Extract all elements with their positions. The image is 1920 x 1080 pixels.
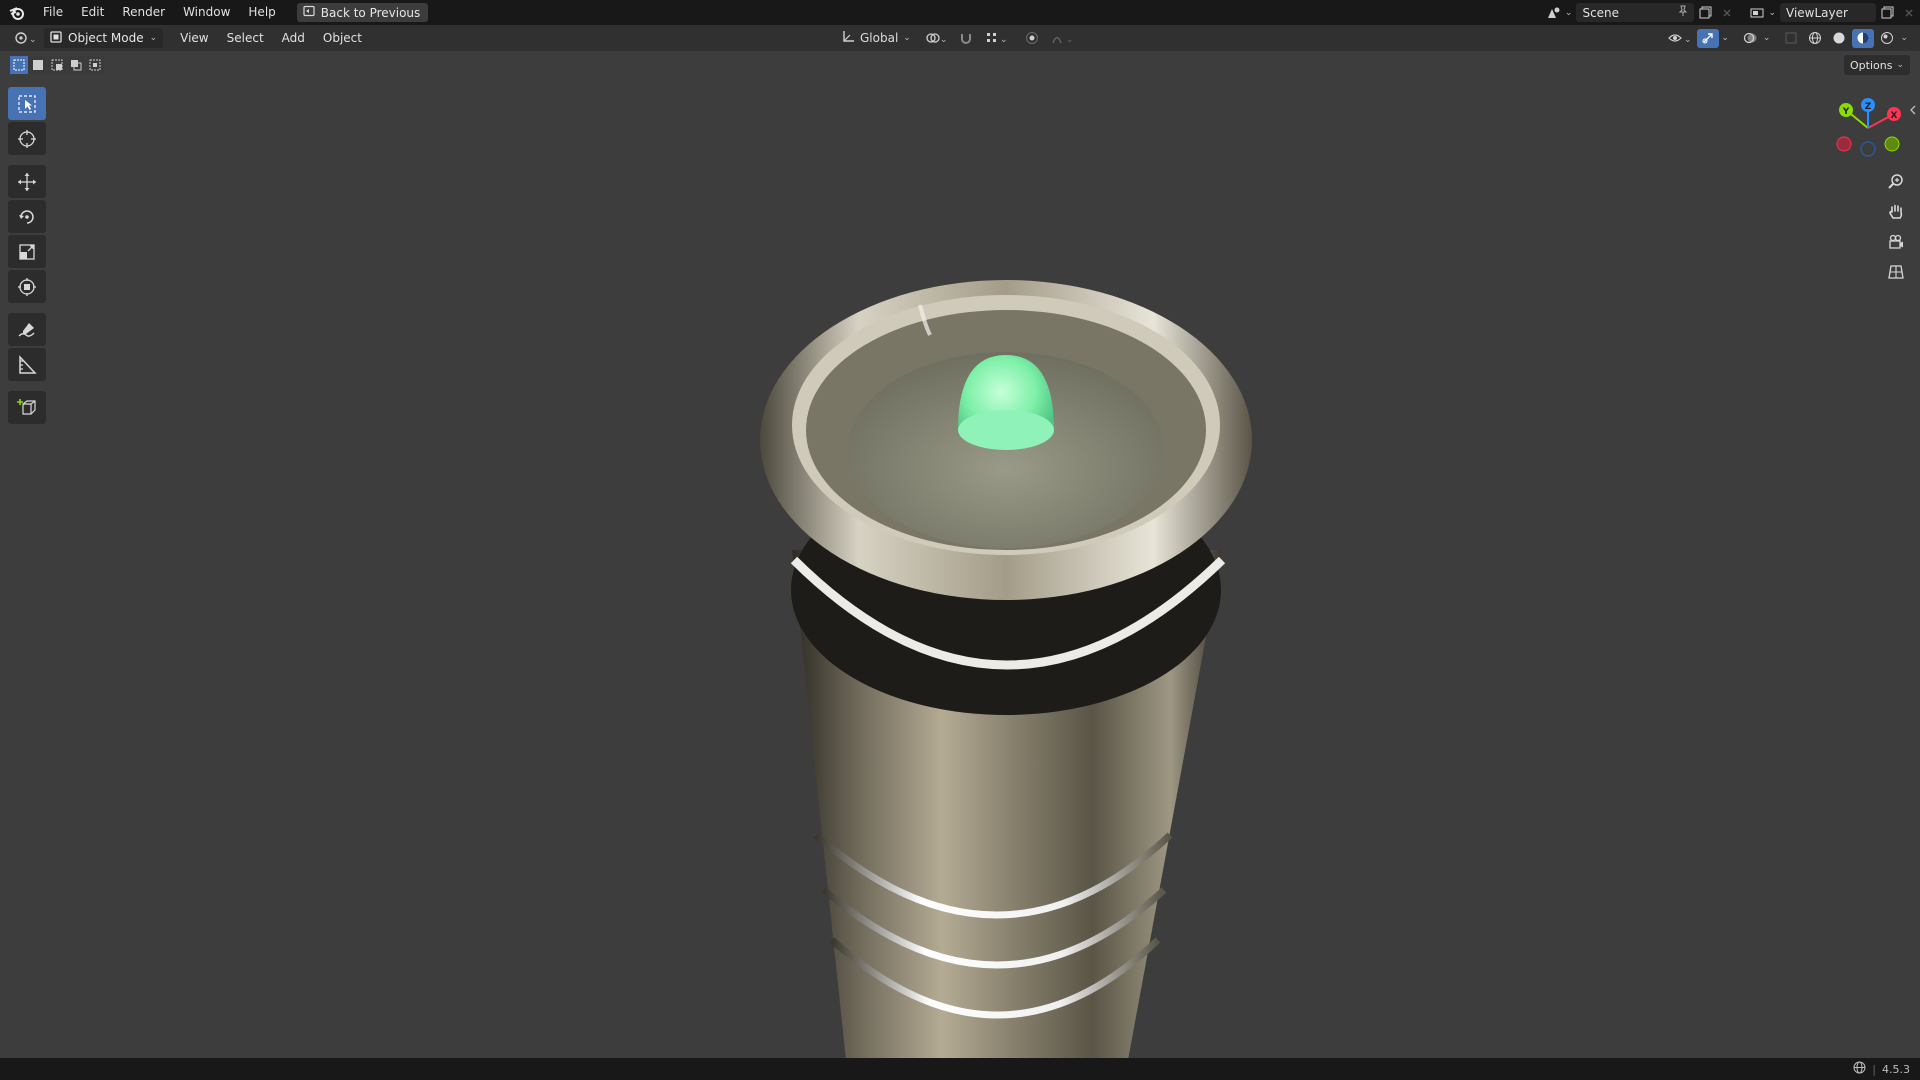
- gizmo-x-label: X: [1891, 111, 1898, 121]
- view-layer-field[interactable]: ViewLayer: [1780, 3, 1876, 22]
- menu-add[interactable]: Add: [273, 25, 314, 51]
- blender-logo-icon[interactable]: [0, 0, 34, 25]
- menu-help[interactable]: Help: [239, 0, 284, 25]
- viewport-shading-controls: ⌄ ⌄ ⌄ ⌄: [1665, 25, 1908, 51]
- scene-browse-icon[interactable]: [1543, 3, 1565, 22]
- editor-type-icon[interactable]: ⌄: [10, 29, 40, 48]
- transform-tool-icon[interactable]: [8, 270, 46, 303]
- cursor-tool-icon[interactable]: [8, 122, 46, 155]
- view-layer-name: ViewLayer: [1786, 5, 1848, 20]
- chevron-down-icon: ⌄: [149, 33, 158, 43]
- snap-target-icon[interactable]: ⌄: [981, 29, 1011, 48]
- visibility-icon[interactable]: ⌄: [1665, 29, 1695, 48]
- select-difference-icon[interactable]: [67, 56, 85, 74]
- menu-file[interactable]: File: [34, 0, 72, 25]
- navigation-gizmo[interactable]: X Y Z: [1832, 92, 1904, 164]
- orientation-label: Global: [860, 31, 899, 45]
- object-mode-icon: [50, 30, 62, 46]
- globe-icon: [1853, 1061, 1866, 1077]
- proportional-editing-icon[interactable]: [1021, 29, 1043, 48]
- material-preview-shading-icon[interactable]: [1852, 28, 1875, 48]
- delete-scene-icon[interactable]: [1716, 3, 1738, 22]
- object-mode-label: Object Mode: [68, 31, 144, 45]
- back-to-previous-button[interactable]: Back to Previous: [296, 3, 429, 22]
- menu-render[interactable]: Render: [113, 0, 174, 25]
- select-subtract-icon[interactable]: [48, 56, 66, 74]
- xray-toggle-icon[interactable]: [1780, 29, 1802, 48]
- version-separator: |: [1872, 1062, 1876, 1076]
- chevron-down-icon: ⌄: [903, 33, 911, 43]
- gizmo-chevron-icon[interactable]: ⌄: [1721, 33, 1729, 43]
- gizmo-z-label: Z: [1865, 102, 1872, 112]
- camera-view-icon[interactable]: [1883, 230, 1909, 254]
- scene-chevron-icon[interactable]: ⌄: [1565, 8, 1573, 18]
- scale-tool-icon[interactable]: [8, 235, 46, 268]
- top-bar: File Edit Render Window Help Back to Pre…: [0, 0, 1920, 25]
- select-intersect-icon[interactable]: [86, 56, 104, 74]
- sidebar-toggle-icon[interactable]: [1909, 104, 1917, 118]
- object-mode-select[interactable]: Object Mode ⌄: [44, 28, 164, 48]
- pin-icon[interactable]: [1678, 5, 1688, 20]
- menu-object[interactable]: Object: [314, 25, 371, 51]
- overlays-icon[interactable]: [1739, 29, 1761, 48]
- back-to-previous-label: Back to Previous: [320, 5, 421, 20]
- chevron-down-icon: ⌄: [1896, 60, 1904, 70]
- menu-view[interactable]: View: [171, 25, 217, 51]
- add-cube-tool-icon[interactable]: [8, 391, 46, 424]
- menu-edit[interactable]: Edit: [72, 0, 113, 25]
- svg-text:⌄: ⌄: [1684, 35, 1692, 45]
- perspective-toggle-icon[interactable]: [1883, 260, 1909, 284]
- delete-view-layer-icon[interactable]: [1898, 3, 1920, 22]
- overlays-chevron-icon[interactable]: ⌄: [1763, 33, 1771, 43]
- snap-toggle-icon[interactable]: [955, 29, 977, 48]
- rotate-tool-icon[interactable]: [8, 200, 46, 233]
- gizmo-toggle-icon[interactable]: [1697, 28, 1720, 48]
- topbar-right: ⌄ Scene ⌄ ViewLayer: [1543, 0, 1920, 25]
- scene-name-field[interactable]: Scene: [1576, 3, 1695, 22]
- transform-settings: Global ⌄ ⌄ ⌄ ⌄: [836, 25, 1077, 51]
- battery-3d-model[interactable]: [740, 250, 1260, 1060]
- menu-window[interactable]: Window: [174, 0, 239, 25]
- selection-mode-buttons: [10, 56, 104, 74]
- transform-orientation-select[interactable]: Global ⌄: [836, 28, 917, 48]
- svg-text:⌄: ⌄: [29, 35, 36, 45]
- shading-chevron-icon[interactable]: ⌄: [1900, 33, 1908, 43]
- annotate-tool-icon[interactable]: [8, 313, 46, 346]
- version-info: | 4.5.3: [1853, 1058, 1910, 1080]
- solid-shading-icon[interactable]: [1828, 29, 1850, 48]
- svg-text:⌄: ⌄: [1000, 35, 1007, 45]
- pivot-point-icon[interactable]: ⌄: [921, 29, 951, 48]
- wireframe-shading-icon[interactable]: [1804, 29, 1826, 48]
- view-layer-chevron-icon[interactable]: ⌄: [1768, 8, 1776, 18]
- orientation-icon: [842, 30, 855, 46]
- falloff-icon[interactable]: ⌄: [1047, 29, 1077, 48]
- new-view-layer-icon[interactable]: [1876, 3, 1898, 22]
- status-bar: | 4.5.3: [0, 1058, 1920, 1080]
- measure-tool-icon[interactable]: [8, 348, 46, 381]
- pan-hand-icon[interactable]: [1883, 200, 1909, 224]
- viewport-header: ⌄ Object Mode ⌄ View Select Add Object G…: [0, 25, 1920, 51]
- menu-select[interactable]: Select: [218, 25, 273, 51]
- select-extend-icon[interactable]: [29, 56, 47, 74]
- gizmo-y-label: Y: [1842, 107, 1850, 117]
- view-layer-browse-icon[interactable]: [1746, 3, 1768, 22]
- options-label: Options: [1850, 58, 1893, 72]
- select-box-tool-icon[interactable]: [8, 87, 46, 120]
- select-new-icon[interactable]: [10, 56, 28, 74]
- tool-shelf: [8, 87, 46, 424]
- scene-name: Scene: [1582, 5, 1620, 20]
- move-tool-icon[interactable]: [8, 165, 46, 198]
- options-dropdown[interactable]: Options ⌄: [1844, 55, 1910, 75]
- rendered-shading-icon[interactable]: [1876, 29, 1898, 48]
- viewport-navigation: [1883, 170, 1909, 284]
- version-number: 4.5.3: [1882, 1062, 1910, 1076]
- svg-text:⌄: ⌄: [1066, 35, 1073, 45]
- zoom-icon[interactable]: [1883, 170, 1909, 194]
- new-scene-icon[interactable]: [1694, 3, 1716, 22]
- svg-text:⌄: ⌄: [940, 35, 947, 45]
- back-icon: [303, 5, 315, 20]
